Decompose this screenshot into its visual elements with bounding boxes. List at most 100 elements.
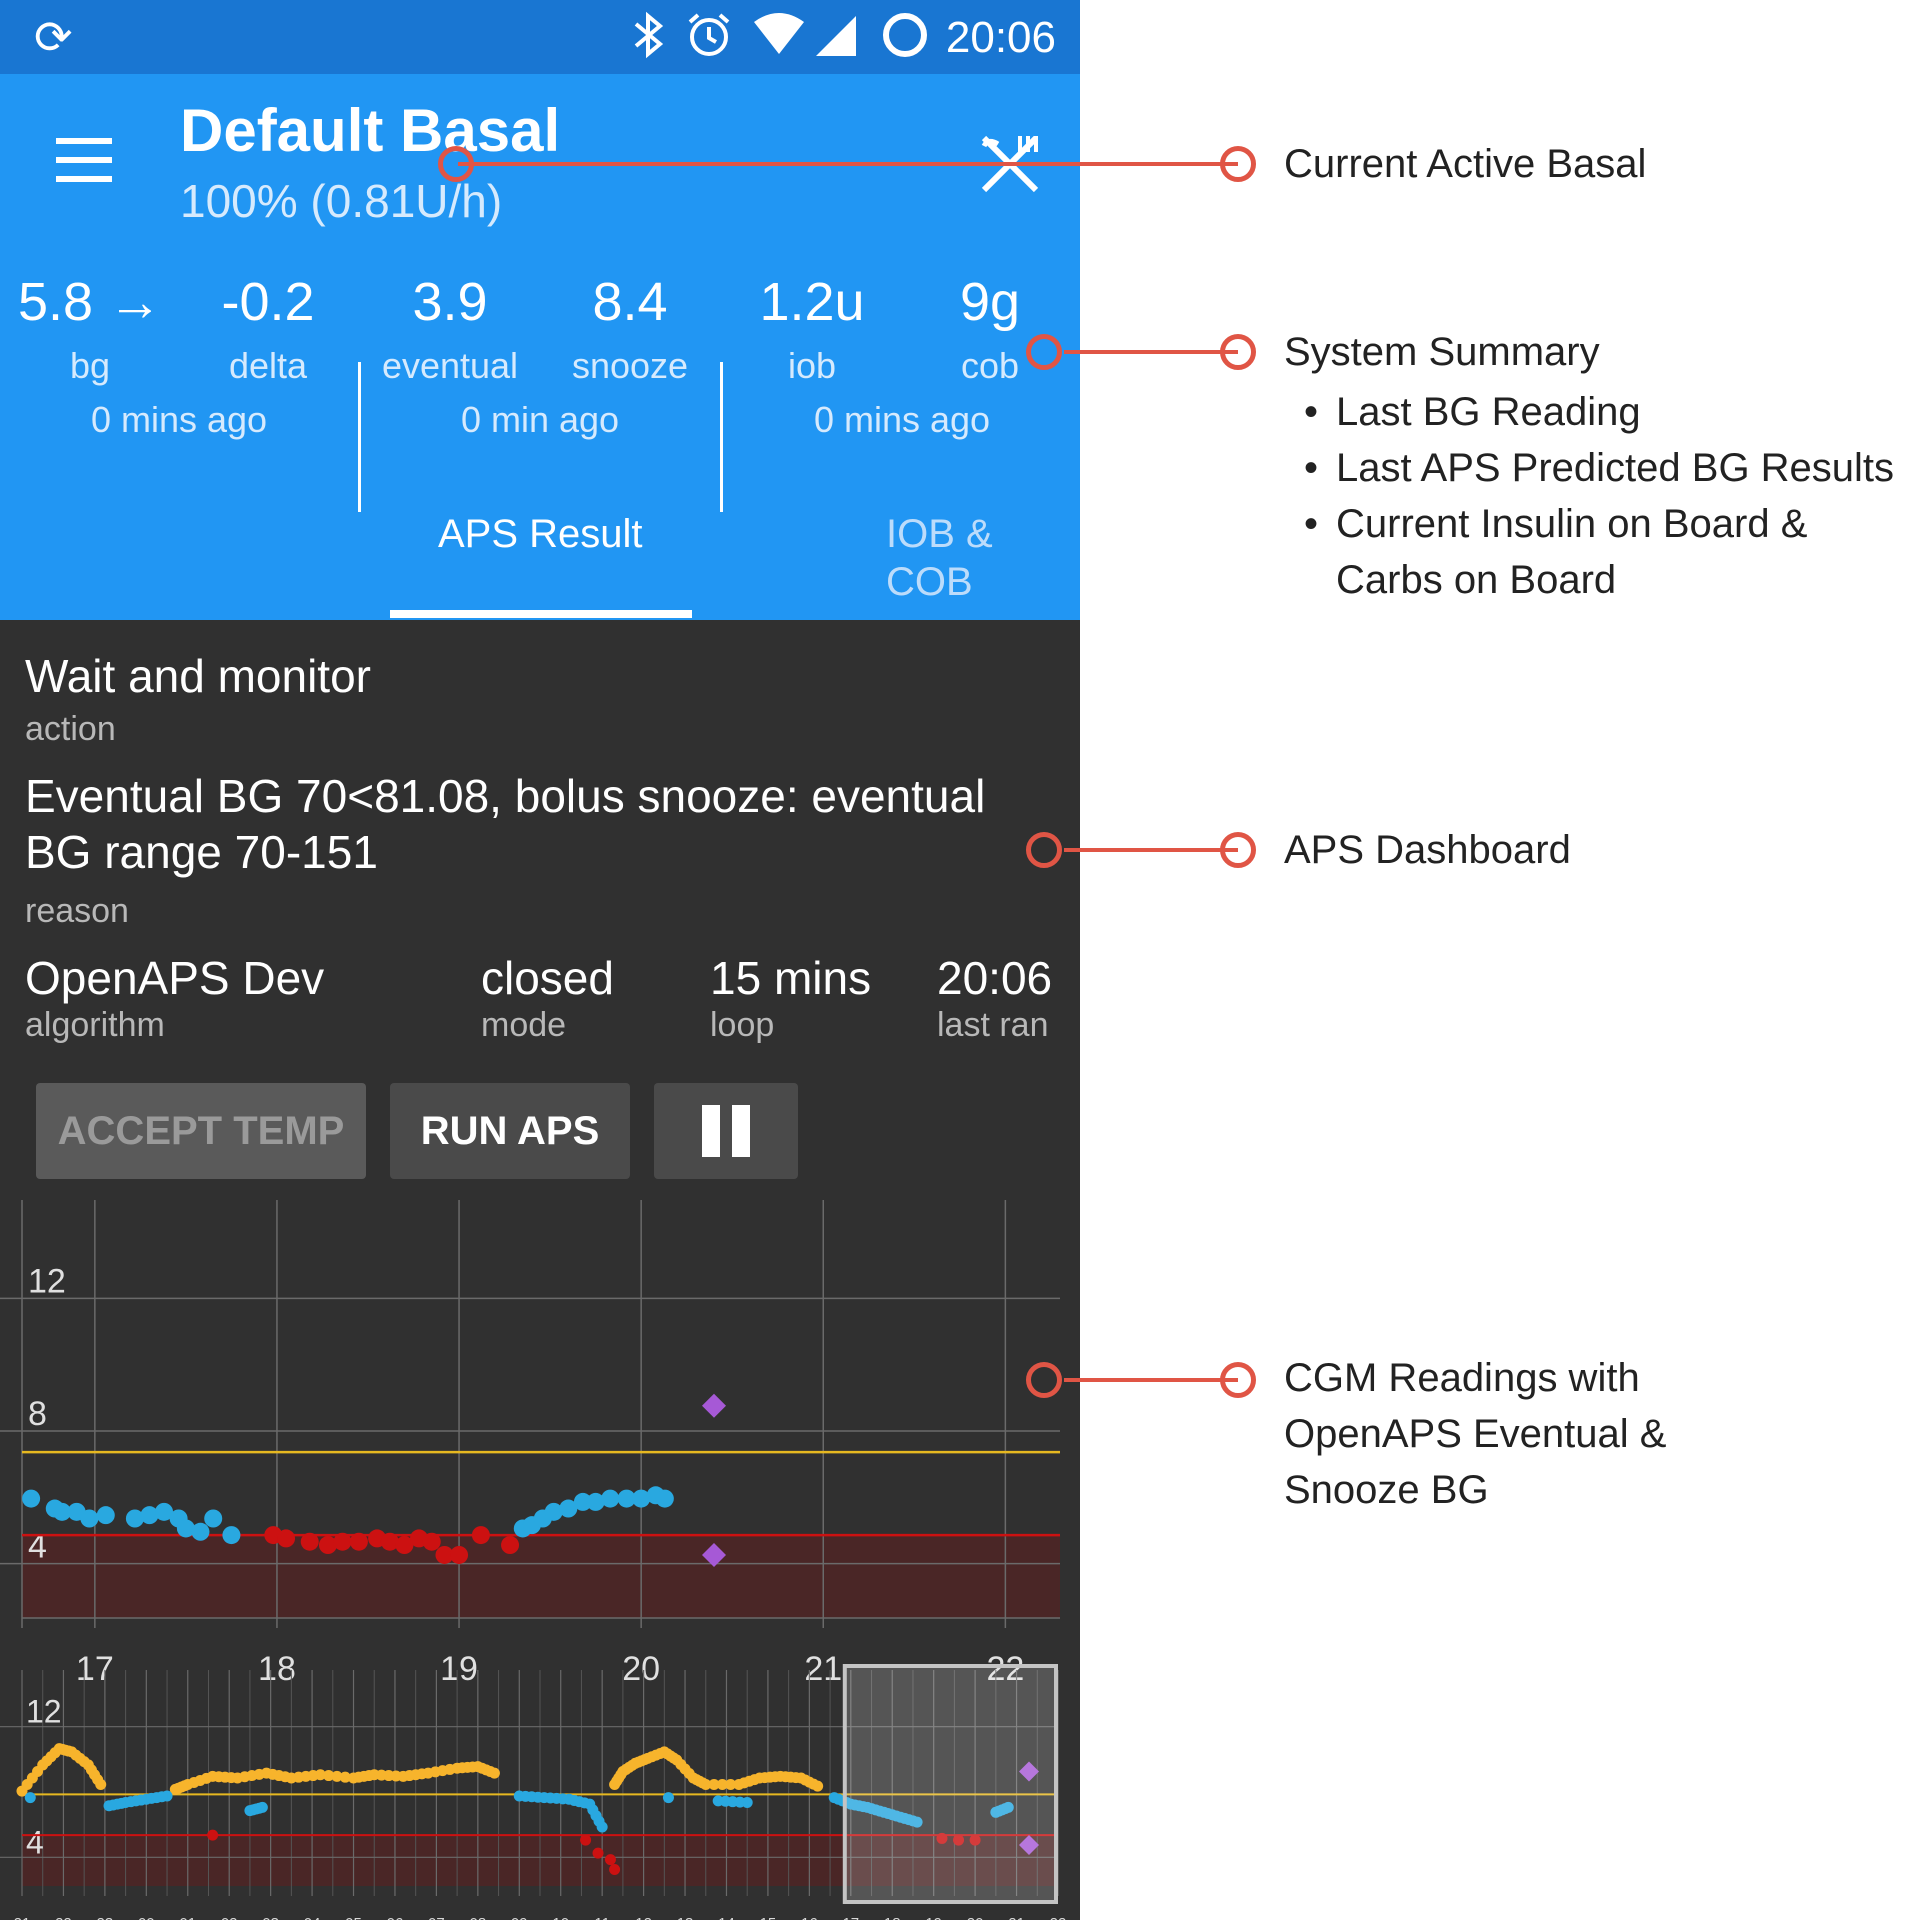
high-bg-reading-point: [363, 1770, 375, 1782]
viewport-selector[interactable]: [842, 1664, 1058, 1904]
annotation-basal: Current Active Basal: [1284, 142, 1647, 186]
accept-temp-button[interactable]: ACCEPT TEMP: [36, 1083, 366, 1179]
y-tick-label: 12: [26, 1694, 62, 1730]
x-tick-label: 22: [1050, 1915, 1067, 1920]
high-bg-reading-point: [200, 1772, 212, 1784]
x-tick-label: 08: [469, 1915, 486, 1920]
algorithm-value: OpenAPS Dev: [25, 952, 325, 1004]
high-bg-reading-point: [808, 1778, 820, 1790]
iob-metric: 1.2u iob: [722, 270, 902, 388]
annotation-marker: [1026, 1362, 1062, 1398]
high-bg-reading-point: [307, 1770, 319, 1782]
bg-reading-point: [601, 1489, 620, 1508]
pause-button[interactable]: [654, 1083, 798, 1179]
x-tick-label: 19: [925, 1915, 942, 1920]
bg-reading-point: [80, 1509, 99, 1528]
aps-action: Wait and monitor: [25, 650, 371, 702]
high-bg-reading-point: [748, 1774, 760, 1786]
x-tick-label: 02: [221, 1915, 238, 1920]
annotation-marker: [1220, 1362, 1256, 1398]
last-ran-label: last ran: [937, 1006, 1049, 1044]
iob-value: 1.2u: [759, 272, 865, 332]
x-tick-label: 04: [304, 1915, 321, 1920]
annotation-marker: [1026, 334, 1062, 370]
x-tick-label: 01: [179, 1915, 196, 1920]
aps-reason-label: reason: [25, 892, 129, 930]
x-tick-label: 14: [718, 1915, 735, 1920]
iob-time-ago: 0 mins ago: [813, 399, 991, 440]
high-bg-reading-point: [32, 1765, 44, 1777]
annotation-cgm-line2: OpenAPS Eventual &: [1284, 1412, 1667, 1456]
cob-value: 9g: [959, 272, 1021, 332]
high-bg-reading-point: [339, 1771, 351, 1783]
run-aps-button[interactable]: RUN APS: [390, 1083, 630, 1179]
x-tick-label: 00: [138, 1915, 155, 1920]
last-ran-value: 20:06: [937, 952, 1053, 1004]
x-tick-label: 22: [55, 1915, 72, 1920]
x-tick-label: 07: [428, 1915, 445, 1920]
bg-reading-point: [22, 1489, 41, 1508]
clock: 20:06: [945, 13, 1056, 62]
bg-time-ago: 0 mins ago: [90, 399, 268, 440]
low-bg-reading-point: [349, 1532, 368, 1551]
annotation-marker: [1220, 832, 1256, 868]
y-tick-label: 12: [28, 1262, 66, 1300]
x-tick-label: 21: [804, 1650, 842, 1688]
basal-rate: 100% (0.81U/h): [180, 175, 503, 227]
annotation-cgm-line3: Snooze BG: [1284, 1468, 1489, 1512]
annotation-bullet: Last APS Predicted BG Results: [1304, 440, 1904, 496]
x-tick-label: 03: [262, 1915, 279, 1920]
delta-label: delta: [228, 345, 308, 386]
mode-value: closed: [481, 952, 614, 1004]
annotation-summary: System Summary: [1284, 330, 1600, 374]
high-bg-reading-point: [697, 1777, 709, 1789]
annotation-marker: [1220, 334, 1256, 370]
y-tick-label: 4: [26, 1824, 44, 1860]
annotation-connector: [1064, 848, 1238, 852]
low-range-band: [22, 1535, 1060, 1618]
algorithm-label: algorithm: [25, 1006, 165, 1044]
bg-reading-point: [532, 1791, 544, 1803]
menu-icon[interactable]: [56, 138, 112, 182]
high-bg-reading-point: [725, 1779, 737, 1791]
bg-label: bg: [69, 345, 111, 386]
x-tick-label: 18: [884, 1915, 901, 1920]
x-tick-label: 20: [622, 1650, 660, 1688]
bg-reading-point: [662, 1792, 674, 1804]
x-tick-label: 09: [511, 1915, 528, 1920]
system-summary: 5.8 → bg -0.2 delta 0 mins ago 3.9 event…: [0, 270, 1080, 512]
bg-reading-point: [191, 1522, 210, 1541]
high-bg-reading-point: [390, 1770, 402, 1782]
x-tick-label: 21: [1008, 1915, 1025, 1920]
bg-reading-point: [204, 1509, 223, 1528]
iob-label: iob: [787, 345, 837, 386]
y-tick-label: 8: [28, 1395, 47, 1433]
eventual-value: 3.9: [412, 272, 488, 332]
x-tick-label: 21: [14, 1915, 31, 1920]
tab-iob-cob[interactable]: IOB & COB: [886, 510, 1080, 606]
bg-reading-point: [222, 1526, 241, 1545]
high-bg-reading-point: [769, 1771, 781, 1783]
low-bg-reading-point: [333, 1532, 352, 1551]
y-tick-label: 4: [28, 1528, 47, 1566]
annotation-connector: [458, 162, 1238, 166]
x-tick-label: 19: [440, 1650, 478, 1688]
sync-icon: ⟳: [34, 11, 73, 63]
x-tick-label: 20: [967, 1915, 984, 1920]
annotation-connector: [1064, 1378, 1238, 1382]
delta-metric: -0.2 delta: [178, 270, 358, 388]
annotation-bullet: Last BG Reading: [1304, 384, 1904, 440]
aps-reason-line1: Eventual BG 70<81.08, bolus snooze: even…: [25, 770, 986, 822]
basal-title: Default Basal: [180, 97, 561, 164]
tab-aps-result[interactable]: APS Result: [438, 510, 643, 558]
low-bg-reading-point: [300, 1532, 319, 1551]
low-bg-reading-point: [422, 1532, 441, 1551]
bg-reading-point: [655, 1489, 674, 1508]
cgm-chart: 17 18 19 20 21 22 12 8 4 21 22 23 00 01 02 03 04 05 06 07 08…: [0, 1200, 1067, 1920]
annotation-dashboard: APS Dashboard: [1284, 828, 1571, 872]
loop-label: loop: [710, 1006, 775, 1044]
x-tick-label: 16: [801, 1915, 818, 1920]
snooze-label: snooze: [571, 345, 689, 386]
app-header: Default Basal 100% (0.81U/h) 5.8 → bg -0…: [0, 74, 1080, 620]
bg-reading-point: [734, 1796, 746, 1808]
